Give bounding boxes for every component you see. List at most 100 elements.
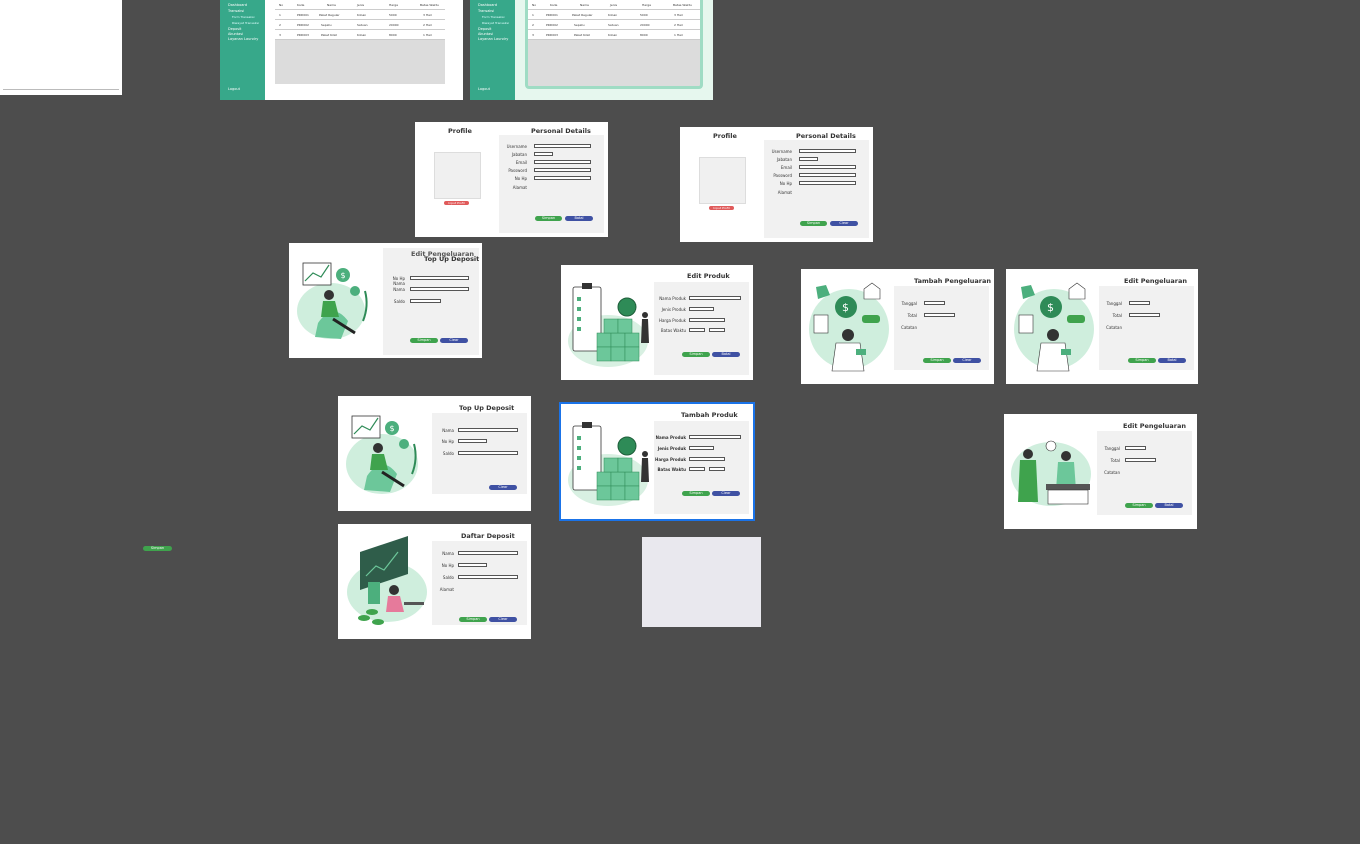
partial-frame-left[interactable] — [0, 0, 122, 95]
logout-button[interactable]: Logout — [478, 87, 490, 91]
field-label: Saldo — [442, 451, 454, 456]
edit-pengeluaran-frame-b[interactable]: Tanggal Total Catatan Simpan Batal Edit … — [1004, 414, 1197, 529]
table-row[interactable]: 3 PRD003 Paket Kilat Kiloan 8000 1 Hari — [275, 30, 445, 40]
dashboard-frame-1[interactable]: Dashboard Transaksi Form Transaksi Riway… — [220, 0, 463, 100]
total-field[interactable] — [924, 313, 955, 317]
jabatan-field[interactable] — [799, 157, 818, 161]
cashier-illustration — [1011, 440, 1091, 506]
sidebar-item-deposit[interactable]: Deposit — [478, 27, 491, 31]
save-button[interactable]: Simpan — [923, 358, 951, 363]
cancel-button[interactable]: Batal — [712, 352, 740, 357]
dashboard-frame-2[interactable]: Dashboard Transaksi Form Transaksi Riway… — [470, 0, 713, 100]
password-field[interactable] — [534, 168, 591, 172]
phone-field[interactable] — [799, 181, 856, 185]
tanggal-field[interactable] — [924, 301, 945, 305]
phone-field[interactable] — [458, 439, 487, 443]
daftar-deposit-frame[interactable]: Nama No Hp Saldo Alamat Simpan Clear Daf… — [338, 524, 531, 639]
sidebar-item-akuntasi[interactable]: Akuntasi — [478, 32, 493, 36]
sidebar-item-layanan-laundry[interactable]: Layanan Laundry — [228, 37, 258, 41]
table-row[interactable]: 2 PRD002 Sepatu Satuan 20000 2 Hari — [528, 20, 700, 30]
field-label: Email — [515, 160, 527, 165]
edit-produk-frame[interactable]: Nama Produk Jenis Produk Harga Produk Ba… — [561, 265, 753, 380]
name-field[interactable] — [458, 428, 518, 432]
phone-field[interactable] — [458, 563, 487, 567]
batas-waktu-field[interactable] — [689, 467, 705, 471]
nama-produk-field[interactable] — [689, 296, 741, 300]
save-button[interactable]: Simpan — [459, 617, 487, 622]
phone-field[interactable] — [534, 176, 591, 180]
logout-button[interactable]: Logout — [228, 87, 240, 91]
sidebar-item-transaksi[interactable]: Transaksi — [478, 9, 494, 13]
tambah-pengeluaran-frame[interactable]: $ Tanggal Total Catatan Simpan Clear Tam… — [801, 269, 994, 384]
table-row[interactable]: 1 PRD001 Paket Reguler Kiloan 5000 3 Har… — [275, 10, 445, 20]
clear-button[interactable]: Clear — [489, 485, 517, 490]
email-field[interactable] — [799, 165, 856, 169]
topup-deposit-frame[interactable]: $ Nama No Hp Saldo Clear Top Up Deposit — [338, 396, 531, 511]
save-button[interactable]: Simpan — [1128, 358, 1156, 363]
username-field[interactable] — [799, 149, 856, 153]
topup-deposit-frame-overlap[interactable]: $ Edit Pengeluaran Top Up Deposit No Hp … — [289, 243, 482, 358]
cancel-button[interactable]: Batal — [1158, 358, 1186, 363]
save-button[interactable]: Simpan — [682, 491, 710, 496]
edit-pengeluaran-frame-a[interactable]: $ Tanggal Total Catatan Simpan Batal Edi… — [1006, 269, 1198, 384]
data-table: No Kode Nama Jenis Harga Batas Waktu 1 P… — [275, 0, 445, 84]
username-field[interactable] — [534, 144, 591, 148]
tanggal-field[interactable] — [1125, 446, 1146, 450]
sidebar-item-riwayat-transaksi[interactable]: Riwayat Transaksi — [232, 21, 259, 25]
clear-button[interactable]: Clear — [440, 338, 468, 343]
empty-frame[interactable] — [642, 537, 761, 627]
cancel-button[interactable]: Batal — [1155, 503, 1183, 508]
saldo-field[interactable] — [458, 575, 518, 579]
phone-field[interactable] — [410, 276, 469, 280]
sidebar-item-dashboard[interactable]: Dashboard — [478, 3, 497, 7]
clear-button[interactable]: Clear — [830, 221, 858, 226]
jabatan-field[interactable] — [534, 152, 553, 156]
harga-produk-field[interactable] — [689, 318, 725, 322]
save-button[interactable]: Simpan — [800, 221, 827, 226]
batas-waktu-field[interactable] — [689, 328, 705, 332]
email-field[interactable] — [534, 160, 591, 164]
sidebar-item-form-transaksi[interactable]: Form Transaksi — [482, 15, 504, 19]
table-row[interactable]: 2 PRD002 Sepatu Satuan 20000 2 Hari — [275, 20, 445, 30]
batas-waktu-unit-field[interactable] — [709, 467, 725, 471]
input-profil-button[interactable]: Input Profil — [444, 201, 469, 205]
clear-button[interactable]: Clear — [953, 358, 981, 363]
harga-produk-field[interactable] — [689, 457, 725, 461]
save-button[interactable]: Simpan — [410, 338, 438, 343]
batas-waktu-unit-field[interactable] — [709, 328, 725, 332]
total-field[interactable] — [1129, 313, 1160, 317]
sidebar-item-form-transaksi[interactable]: Form Transaksi — [232, 15, 254, 19]
field-label: Harga Produk — [658, 318, 686, 323]
saldo-field[interactable] — [410, 299, 441, 303]
name-field[interactable] — [410, 287, 469, 291]
jenis-produk-field[interactable] — [689, 446, 714, 450]
save-button[interactable]: Simpan — [1125, 503, 1153, 508]
expense-illustration: $ — [1014, 282, 1094, 372]
profile-frame-a[interactable]: Profile Input Profil Personal Details Us… — [415, 122, 608, 237]
clear-button[interactable]: Clear — [489, 617, 517, 622]
sidebar-item-akuntasi[interactable]: Akuntasi — [228, 32, 243, 36]
password-field[interactable] — [799, 173, 856, 177]
saldo-field[interactable] — [458, 451, 518, 455]
save-button[interactable]: Simpan — [682, 352, 710, 357]
tanggal-field[interactable] — [1129, 301, 1150, 305]
input-profil-button[interactable]: Input Profil — [709, 206, 734, 210]
sidebar-item-layanan-laundry[interactable]: Layanan Laundry — [478, 37, 508, 41]
clear-button[interactable]: Clear — [712, 491, 740, 496]
cancel-button[interactable]: Batal — [565, 216, 593, 221]
sidebar-item-transaksi[interactable]: Transaksi — [228, 9, 244, 13]
table-row[interactable]: 3 PRD003 Paket Kilat Kiloan 8000 1 Hari — [528, 30, 700, 40]
name-field[interactable] — [458, 551, 518, 555]
sidebar-item-deposit[interactable]: Deposit — [228, 27, 241, 31]
jenis-produk-field[interactable] — [689, 307, 714, 311]
stray-save-button[interactable]: Simpan — [143, 546, 172, 551]
sidebar-item-dashboard[interactable]: Dashboard — [228, 3, 247, 7]
tambah-produk-frame[interactable]: Nama Produk Jenis Produk Harga Produk Ba… — [559, 402, 755, 521]
field-label: Jenis Produk — [657, 446, 686, 451]
total-field[interactable] — [1125, 458, 1156, 462]
sidebar-item-riwayat-transaksi[interactable]: Riwayat Transaksi — [482, 21, 509, 25]
profile-frame-b[interactable]: Profile Input Profil Personal Details Us… — [680, 127, 873, 242]
nama-produk-field[interactable] — [689, 435, 741, 439]
save-button[interactable]: Simpan — [535, 216, 562, 221]
table-row[interactable]: 1 PRD001 Paket Reguler Kiloan 5000 3 Har… — [528, 10, 700, 20]
